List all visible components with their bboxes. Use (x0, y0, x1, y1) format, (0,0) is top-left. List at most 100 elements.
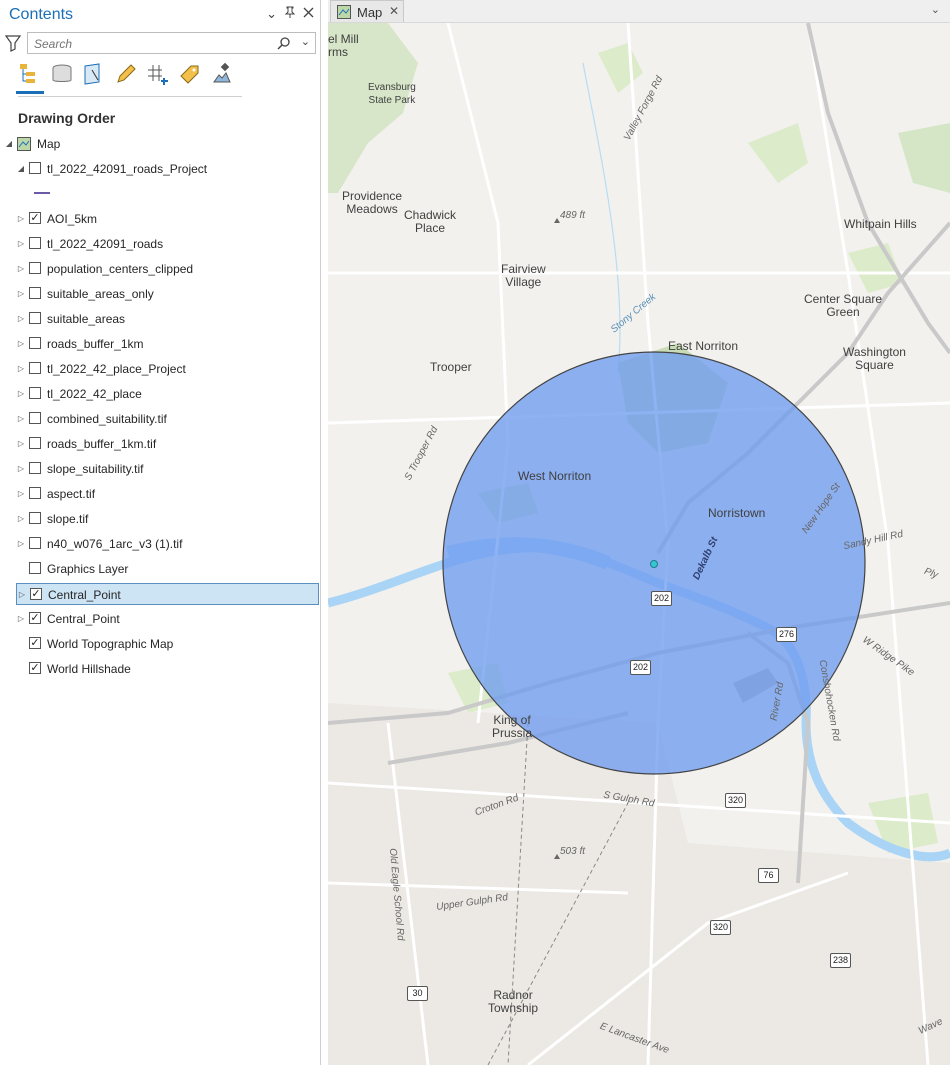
route-shield: 320 (710, 920, 731, 935)
list-by-labeling-button[interactable] (178, 62, 202, 88)
layer-name: suitable_areas (47, 312, 126, 326)
layer-visibility-checkbox[interactable] (29, 262, 41, 274)
list-by-selection-button[interactable] (82, 62, 106, 88)
list-by-source-button[interactable] (50, 62, 74, 88)
layer-name: population_centers_clipped (47, 262, 194, 276)
expand-icon[interactable]: ▷ (16, 439, 26, 449)
layer-row[interactable]: ▷ aspect.tif (0, 483, 319, 505)
expand-icon[interactable]: ▷ (16, 239, 26, 249)
layer-name: tl_2022_42091_roads (47, 237, 164, 251)
close-icon[interactable] (303, 6, 314, 22)
expand-icon[interactable]: ▷ (16, 339, 26, 349)
layer-row[interactable]: ▷ ✓ Central_Point (0, 608, 319, 630)
layer-name: suitable_areas_only (47, 287, 154, 301)
layer-visibility-checkbox[interactable] (29, 537, 41, 549)
expand-icon[interactable]: ▷ (16, 414, 26, 424)
layer-visibility-checkbox[interactable] (29, 287, 41, 299)
chevron-down-icon[interactable]: ⌄ (266, 6, 277, 22)
layer-visibility-checkbox[interactable] (29, 387, 41, 399)
layer-name: combined_suitability.tif (47, 412, 167, 426)
layer-row[interactable]: ▷ suitable_areas_only (0, 283, 319, 305)
expand-icon[interactable]: ▷ (16, 389, 26, 399)
layer-row[interactable]: ▷ tl_2022_42091_roads (0, 233, 319, 255)
pin-icon[interactable] (284, 6, 296, 22)
chevron-down-icon[interactable]: ⌄ (931, 3, 940, 16)
search-input[interactable] (32, 35, 266, 53)
map-view: Map ✕ ⌄ el Mill rms Evansburg State Park… (328, 0, 950, 1065)
layer-row[interactable]: ▷ roads_buffer_1km.tif (0, 433, 319, 455)
layer-visibility-checkbox[interactable]: ✓ (29, 612, 41, 624)
layer-row[interactable]: ▷ combined_suitability.tif (0, 408, 319, 430)
close-icon[interactable]: ✕ (389, 4, 399, 18)
place-label: Evansburg State Park (368, 82, 416, 106)
expand-icon[interactable]: ▷ (16, 489, 26, 499)
layer-row[interactable]: ✓ World Hillshade (0, 658, 319, 680)
layer-visibility-checkbox[interactable] (29, 162, 41, 174)
expand-icon[interactable]: ▷ (16, 464, 26, 474)
place-label: Providence Meadows (342, 189, 403, 216)
layer-row[interactable]: ▷ n40_w076_1arc_v3 (1).tif (0, 533, 319, 555)
layer-visibility-checkbox[interactable] (29, 462, 41, 474)
layer-visibility-checkbox[interactable]: ✓ (30, 588, 42, 600)
layer-name: n40_w076_1arc_v3 (1).tif (47, 537, 183, 551)
layer-row[interactable]: ▷ tl_2022_42_place (0, 383, 319, 405)
layer-row[interactable]: ▷ population_centers_clipped (0, 258, 319, 280)
layer-visibility-checkbox[interactable] (29, 437, 41, 449)
expand-icon[interactable]: ▷ (16, 614, 26, 624)
layer-visibility-checkbox[interactable] (29, 412, 41, 424)
layer-row[interactable]: Graphics Layer (0, 558, 319, 580)
map-icon (17, 137, 31, 151)
place-label: Whitpain Hills (844, 217, 917, 231)
expand-icon[interactable]: ▷ (16, 264, 26, 274)
collapse-icon[interactable]: ◢ (16, 164, 26, 174)
layer-row[interactable]: ▷ slope_suitability.tif (0, 458, 319, 480)
collapse-icon[interactable]: ◢ (4, 139, 14, 149)
list-by-perspective-imagery-button[interactable] (210, 62, 234, 88)
expand-icon[interactable]: ▷ (16, 214, 26, 224)
list-by-drawing-order-button[interactable] (16, 62, 44, 94)
expand-icon[interactable]: ▷ (16, 514, 26, 524)
expand-icon[interactable]: ▷ (16, 539, 26, 549)
map-icon (337, 5, 351, 19)
layer-visibility-checkbox[interactable] (29, 337, 41, 349)
route-shield: 276 (776, 627, 797, 642)
expand-icon[interactable]: ▷ (16, 364, 26, 374)
layer-row[interactable]: ▷ ✓ Central_Point (16, 583, 319, 605)
layer-visibility-checkbox[interactable] (29, 487, 41, 499)
layer-visibility-checkbox[interactable]: ✓ (29, 662, 41, 674)
place-label: West Norriton (518, 469, 592, 483)
chevron-down-icon[interactable]: ⌄ (301, 35, 310, 48)
filter-icon[interactable] (5, 34, 21, 52)
expand-icon[interactable]: ▷ (16, 289, 26, 299)
layer-visibility-checkbox[interactable] (29, 512, 41, 524)
drawing-order-heading: Drawing Order (18, 110, 116, 126)
layer-name: tl_2022_42_place (47, 387, 142, 401)
map-tabbar: Map ✕ ⌄ (328, 0, 950, 23)
layer-row[interactable]: ▷ ✓ AOI_5km (0, 208, 319, 230)
expand-icon[interactable]: ▷ (16, 314, 26, 324)
layer-name: slope_suitability.tif (47, 462, 144, 476)
layer-visibility-checkbox[interactable]: ✓ (29, 212, 41, 224)
tree-map-node[interactable]: ◢ Map (0, 133, 319, 155)
layer-visibility-checkbox[interactable]: ✓ (29, 637, 41, 649)
layer-row[interactable]: ▷ slope.tif (0, 508, 319, 530)
layer-visibility-checkbox[interactable] (29, 362, 41, 374)
map-canvas[interactable]: el Mill rms Evansburg State Park Provide… (328, 23, 950, 1065)
expand-icon[interactable]: ▷ (17, 590, 27, 600)
layer-visibility-checkbox[interactable] (29, 562, 41, 574)
tab-map[interactable]: Map ✕ (330, 0, 404, 22)
search-icon[interactable] (277, 36, 291, 50)
layer-row[interactable]: ▷ suitable_areas (0, 308, 319, 330)
layer-visibility-checkbox[interactable] (29, 237, 41, 249)
layer-row[interactable]: ◢ tl_2022_42091_roads_Project (0, 158, 319, 180)
map-label: Map (37, 137, 61, 151)
layer-row[interactable]: ▷ tl_2022_42_place_Project (0, 358, 319, 380)
list-by-editing-button[interactable] (114, 62, 138, 88)
list-by-snapping-button[interactable] (146, 62, 170, 88)
layer-row[interactable]: ▷ roads_buffer_1km (0, 333, 319, 355)
layer-row[interactable]: ✓ World Topographic Map (0, 633, 319, 655)
layer-visibility-checkbox[interactable] (29, 312, 41, 324)
search-box[interactable]: ⌄ (27, 32, 316, 54)
place-label: Washington Square (843, 345, 906, 372)
contents-toolbar (16, 62, 234, 94)
